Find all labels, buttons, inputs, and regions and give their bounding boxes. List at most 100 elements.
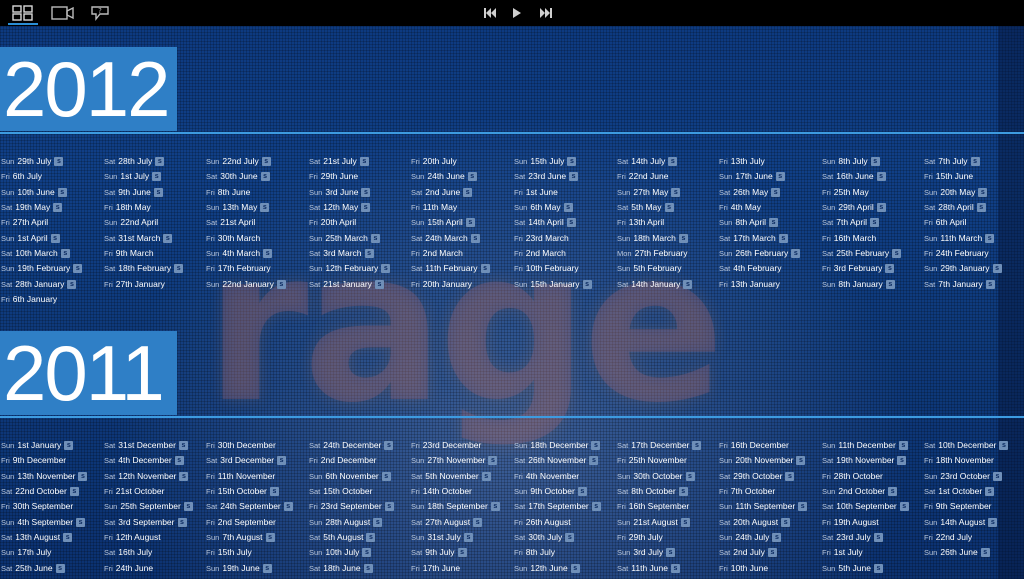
episode-entry[interactable]: Sun 20th May s [924, 185, 988, 199]
episode-entry[interactable]: Sat 22nd October s [1, 484, 79, 498]
episode-entry[interactable]: Sun 27th November s [411, 453, 498, 467]
episode-entry[interactable]: Sat 26th May s [719, 185, 781, 199]
episode-entry[interactable]: Fri 17th June [411, 561, 460, 575]
episode-entry[interactable]: Fri 28th October [822, 469, 883, 483]
episode-entry[interactable]: Fri 10th June [719, 561, 768, 575]
episode-entry[interactable]: Fri 21st October [104, 484, 164, 498]
episode-entry[interactable]: Sat 10th December s [924, 438, 1009, 452]
episode-entry[interactable]: Sun 12th June s [514, 561, 580, 575]
skip-forward-icon[interactable] [539, 3, 553, 23]
episode-entry[interactable]: Sat 25th February s [822, 246, 902, 260]
episode-entry[interactable]: Sat 14th July s [617, 154, 678, 168]
episode-entry[interactable]: Sat 2nd July s [719, 545, 777, 559]
episode-entry[interactable]: Sun 13th May s [206, 200, 270, 214]
episode-entry[interactable]: Sat 5th August s [309, 530, 376, 544]
episode-entry[interactable]: Sun 12th February s [309, 261, 391, 275]
episode-entry[interactable]: Fri 11th November [206, 469, 275, 483]
episode-entry[interactable]: Sat 9th July s [411, 545, 467, 559]
episode-entry[interactable]: Sat 16th July [104, 545, 152, 559]
episode-entry[interactable]: Sat 18th June s [309, 561, 373, 575]
episode-entry[interactable]: Sun 9th October s [514, 484, 587, 498]
episode-entry[interactable]: Fri 15th July [206, 545, 252, 559]
video-camera-icon[interactable] [50, 3, 76, 23]
episode-entry[interactable]: Sat 1st October s [924, 484, 995, 498]
episode-entry[interactable]: Fri 24th June [104, 561, 153, 575]
episode-entry[interactable]: Sat 21st July s [309, 154, 369, 168]
episode-entry[interactable]: Sat 3rd September s [104, 515, 187, 529]
episode-entry[interactable]: Fri 16th March [822, 231, 876, 245]
episode-entry[interactable]: Sat 25th June s [1, 561, 65, 575]
episode-entry[interactable]: Sat 26th November s [514, 453, 599, 467]
episode-entry[interactable]: Fri 13th July [719, 154, 765, 168]
episode-entry[interactable]: Fri 11th May [411, 200, 457, 214]
episode-entry[interactable]: Sat 24th September s [206, 499, 293, 513]
episode-entry[interactable]: Sat 2nd June s [411, 185, 473, 199]
episode-entry[interactable]: Sun 19th February s [1, 261, 83, 275]
episode-entry[interactable]: Sun 7th August s [206, 530, 275, 544]
episode-entry[interactable]: Fri 17th February [206, 261, 271, 275]
episode-entry[interactable]: Sat 24th March s [411, 231, 480, 245]
episode-entry[interactable]: Sun 29th April s [822, 200, 886, 214]
episode-entry[interactable]: Sun 23rd October s [924, 469, 1002, 483]
episode-entry[interactable]: Sun 29th January s [924, 261, 1002, 275]
episode-entry[interactable]: Sun 1st January s [1, 438, 74, 452]
episode-entry[interactable]: Sun 25th September s [104, 499, 193, 513]
episode-entry[interactable]: Fri 22nd June [617, 169, 668, 183]
grid-view-icon[interactable] [11, 3, 35, 23]
episode-entry[interactable]: Sun 18th March s [617, 231, 688, 245]
episode-entry[interactable]: Sun 24th July s [719, 530, 782, 544]
episode-entry[interactable]: Sun 5th June s [822, 561, 883, 575]
episode-entry[interactable]: Sun 25th March s [309, 231, 380, 245]
episode-entry[interactable]: Sat 5th May s [617, 200, 674, 214]
episode-entry[interactable]: Fri 29th June [309, 169, 358, 183]
episode-entry[interactable]: Fri 23rd December [411, 438, 481, 452]
episode-entry[interactable]: Sat 27th August s [411, 515, 483, 529]
episode-entry[interactable]: Sun 6th November s [309, 469, 391, 483]
episode-entry[interactable]: Fri 15th June [924, 169, 973, 183]
episode-entry[interactable]: Sat 31st March s [104, 231, 173, 245]
episode-entry[interactable]: Sat 8th October s [617, 484, 688, 498]
episode-entry[interactable]: Fri 29th July [617, 530, 663, 544]
episode-entry[interactable]: Fri 13th January [719, 277, 780, 291]
episode-entry[interactable]: Fri 23rd March [514, 231, 569, 245]
episode-entry[interactable]: Sat 30th July s [514, 530, 575, 544]
episode-entry[interactable]: Sat 3rd March s [309, 246, 374, 260]
episode-entry[interactable]: Fri 16th September [617, 499, 689, 513]
episode-entry[interactable]: Sun 11th March s [924, 231, 995, 245]
episode-entry[interactable]: Fri 8th June [206, 185, 250, 199]
episode-entry[interactable]: Sun 22nd July s [206, 154, 271, 168]
episode-entry[interactable]: Sat 7th July s [924, 154, 980, 168]
episode-entry[interactable]: Fri 22nd July [924, 530, 972, 544]
episode-entry[interactable]: Fri 1st July [822, 545, 863, 559]
episode-entry[interactable]: Fri 2nd December [309, 453, 377, 467]
episode-entry[interactable]: Sat 17th March s [719, 231, 788, 245]
episode-entry[interactable]: Fri 2nd March [411, 246, 463, 260]
episode-entry[interactable]: Sun 30th October s [617, 469, 695, 483]
episode-entry[interactable]: Sat 28th April s [924, 200, 986, 214]
episode-entry[interactable]: Fri 10th February [514, 261, 579, 275]
episode-entry[interactable]: Fri 14th October [411, 484, 472, 498]
episode-entry[interactable]: Sat 20th August s [719, 515, 791, 529]
episode-entry[interactable]: Sun 11th September s [719, 499, 808, 513]
episode-entry[interactable]: Fri 15th October s [206, 484, 279, 498]
episode-entry[interactable]: Fri 9th December [1, 453, 66, 467]
episode-entry[interactable]: Fri 6th July [1, 169, 42, 183]
episode-entry[interactable]: Fri 27th January [104, 277, 165, 291]
episode-entry[interactable]: Fri 30th September [1, 499, 73, 513]
episode-entry[interactable]: Sat 12th November s [104, 469, 189, 483]
episode-entry[interactable]: Sat 17th September s [514, 499, 601, 513]
episode-entry[interactable]: Sat 17th December s [617, 438, 702, 452]
episode-entry[interactable]: Mon 27th February [617, 246, 688, 260]
episode-entry[interactable]: Fri 3rd February s [822, 261, 895, 275]
episode-entry[interactable]: Sun 29th July s [1, 154, 64, 168]
episode-entry[interactable]: Sun 10th July s [309, 545, 372, 559]
episode-entry[interactable]: Sat 11th June s [617, 561, 680, 575]
episode-entry[interactable]: Fri 9th September [924, 499, 992, 513]
episode-entry[interactable]: Sun 5th February [617, 261, 682, 275]
episode-entry[interactable]: Fri 30th December [206, 438, 276, 452]
episode-entry[interactable]: Fri 9th March [104, 246, 154, 260]
episode-entry[interactable]: Sun 10th June s [1, 185, 67, 199]
episode-entry[interactable]: Fri 25th November [617, 453, 687, 467]
episode-entry[interactable]: Sun 20th November s [719, 453, 806, 467]
episode-entry[interactable]: Fri 13th April [617, 215, 664, 229]
